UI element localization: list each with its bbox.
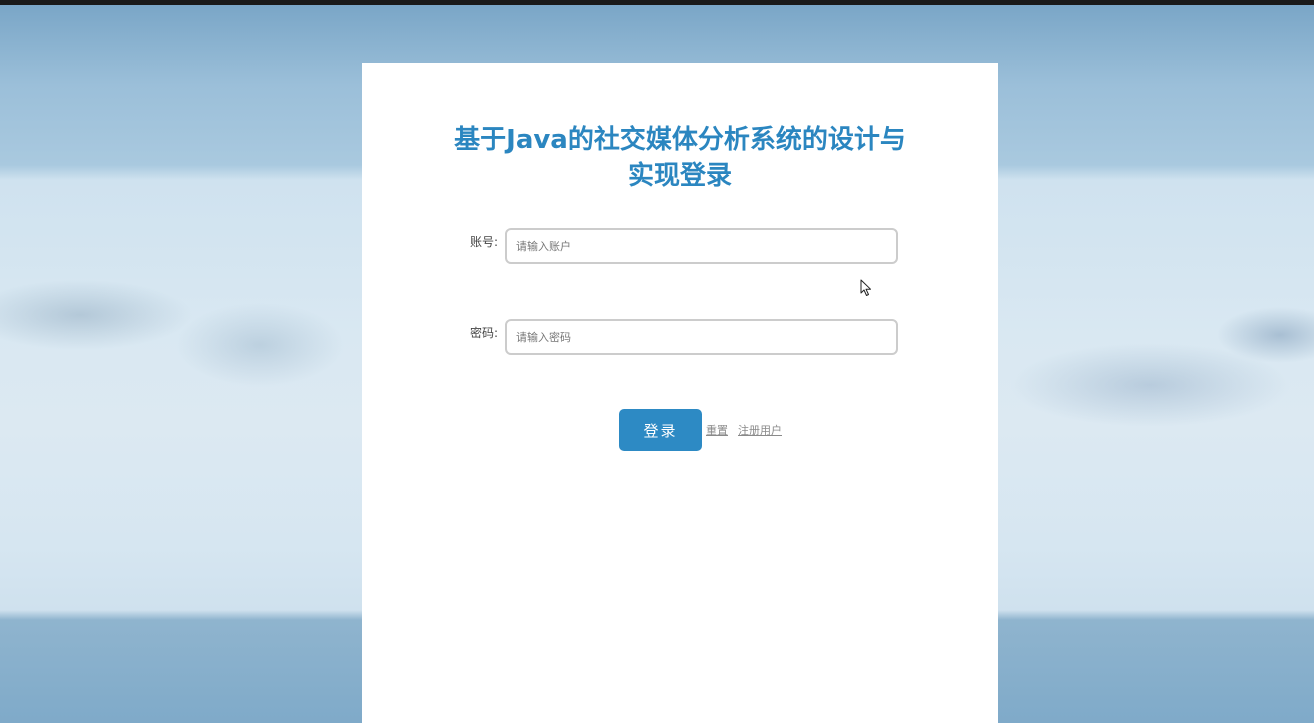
password-label: 密码: bbox=[470, 326, 499, 340]
login-button[interactable]: 登录 bbox=[619, 409, 702, 451]
password-input[interactable] bbox=[505, 319, 898, 355]
login-title-text: 基于Java的社交媒体分析系统的设计与实现登录 bbox=[454, 125, 906, 191]
mouse-pointer-icon bbox=[860, 279, 871, 296]
reset-link[interactable]: 重置 bbox=[706, 424, 728, 438]
account-input[interactable] bbox=[505, 228, 898, 264]
login-title: 基于Java的社交媒体分析系统的设计与实现登录 bbox=[362, 122, 998, 194]
register-link[interactable]: 注册用户 bbox=[738, 424, 782, 438]
account-label: 账号: bbox=[470, 235, 499, 249]
